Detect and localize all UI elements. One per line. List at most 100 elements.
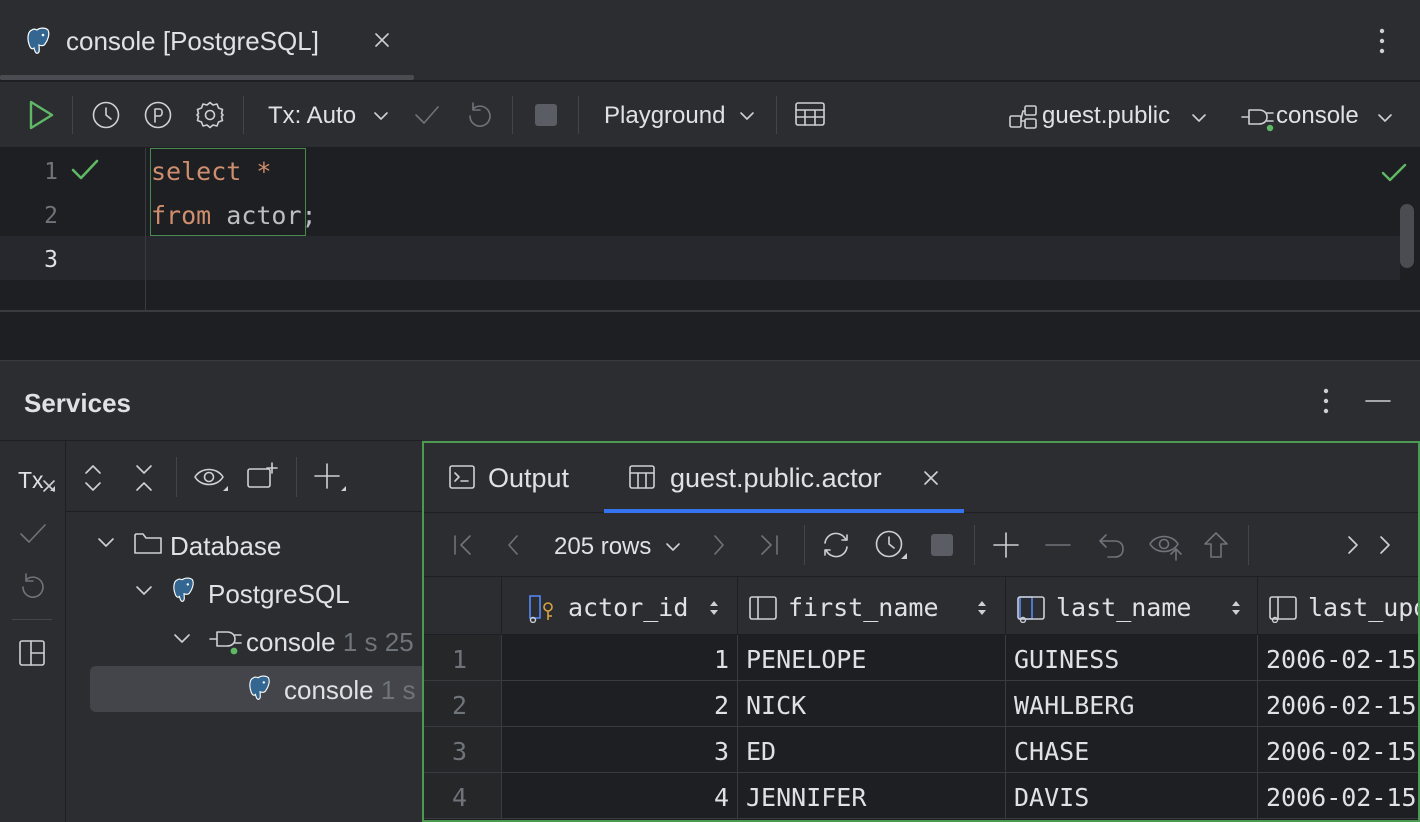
table-cell[interactable]: JENNIFER <box>738 773 1006 819</box>
row-number-header <box>424 577 502 635</box>
postgresql-icon <box>26 26 54 56</box>
column-header-last-update[interactable]: last_upd <box>1258 577 1420 635</box>
table-cell[interactable]: 2006-02-15 <box>1258 727 1420 773</box>
sort-icon[interactable] <box>708 599 720 617</box>
session-selector[interactable]: console <box>1236 90 1406 140</box>
mode-dropdown[interactable]: Playground <box>594 90 764 140</box>
stop-icon <box>930 533 954 557</box>
rollback-icon <box>18 571 48 601</box>
divider <box>12 619 52 620</box>
column-header-actor-id[interactable]: actor_id <box>502 577 738 635</box>
history-icon[interactable] <box>874 529 908 561</box>
history-icon[interactable] <box>91 100 121 130</box>
session-plug-icon <box>1240 104 1274 132</box>
preview-changes-icon <box>1148 530 1184 562</box>
first-page-icon <box>452 533 474 557</box>
more-options-icon[interactable] <box>1372 26 1392 56</box>
expand-all-icon[interactable] <box>82 463 104 493</box>
view-options-icon[interactable] <box>193 463 229 493</box>
close-tab-icon[interactable] <box>922 469 940 487</box>
tree-node-label: PostgreSQL <box>208 579 350 610</box>
terminal-icon <box>448 464 476 490</box>
duration-meta: 1 s 25 <box>343 627 414 657</box>
results-grid: actor_id first_name last_name <box>424 577 1420 822</box>
tree-node-session[interactable]: console 1 s 25 <box>66 618 422 664</box>
delete-row-icon <box>1044 531 1072 559</box>
line-number: 3 <box>36 247 58 273</box>
row-count: 205 rows <box>554 533 651 561</box>
table-cell[interactable]: CHASE <box>1006 727 1258 773</box>
divider <box>72 96 73 134</box>
tx-button[interactable]: Tx <box>18 467 44 494</box>
table-cell[interactable]: ED <box>738 727 1006 773</box>
add-group-icon[interactable] <box>246 461 280 491</box>
sort-icon[interactable] <box>976 599 988 617</box>
row-count-dropdown[interactable]: 205 rows <box>548 525 688 565</box>
tree-node-database[interactable]: Database <box>66 522 422 568</box>
row-number: 4 <box>424 773 502 819</box>
mode-label: Playground <box>604 102 725 130</box>
panel-splitter[interactable] <box>0 312 1420 360</box>
add-row-icon[interactable] <box>992 531 1020 559</box>
code-line-1[interactable]: select * <box>151 157 271 186</box>
sort-icon[interactable] <box>1230 599 1242 617</box>
chevron-right-icon[interactable] <box>1376 533 1394 557</box>
table-cell[interactable]: 2006-02-15 <box>1258 635 1420 681</box>
table-cell[interactable]: 2 <box>502 681 738 727</box>
tree-node-console[interactable]: console 1 s <box>90 666 422 712</box>
schema-selector[interactable]: guest.public <box>1004 90 1214 140</box>
table-cell[interactable]: 2006-02-15 <box>1258 773 1420 819</box>
layout-icon[interactable] <box>18 639 46 667</box>
collapse-all-icon[interactable] <box>133 463 155 493</box>
chevron-down-icon <box>96 536 116 550</box>
table-cell[interactable]: 4 <box>502 773 738 819</box>
table-cell[interactable]: 1 <box>502 635 738 681</box>
services-left-strip: Tx <box>0 440 66 822</box>
session-label: console <box>1276 102 1359 130</box>
table-cell[interactable]: NICK <box>738 681 1006 727</box>
commit-icon <box>412 100 442 130</box>
gear-icon[interactable] <box>195 100 225 130</box>
column-name: last_upd <box>1308 593 1420 622</box>
table-cell[interactable]: 3 <box>502 727 738 773</box>
column-header-first-name[interactable]: first_name <box>738 577 1006 635</box>
gutter-divider <box>145 148 146 312</box>
table-view-icon[interactable] <box>794 100 826 128</box>
transaction-mode-dropdown[interactable]: Tx: Auto <box>258 90 398 140</box>
minimize-icon[interactable] <box>1364 398 1392 404</box>
table-cell[interactable]: GUINESS <box>1006 635 1258 681</box>
tab-result-actor[interactable]: guest.public.actor <box>604 443 964 513</box>
schema-icon <box>1008 104 1038 130</box>
run-icon[interactable] <box>26 99 56 131</box>
close-tab-icon[interactable] <box>372 30 392 50</box>
postgresql-icon <box>248 674 274 702</box>
refresh-icon[interactable] <box>820 530 852 560</box>
add-service-icon[interactable] <box>312 461 348 493</box>
chevron-right-icon[interactable] <box>1344 533 1362 557</box>
code-token: * <box>241 157 271 186</box>
column-header-last-name[interactable]: last_name <box>1006 577 1258 635</box>
tree-node-postgresql[interactable]: PostgreSQL <box>66 570 422 616</box>
code-token: actor; <box>211 201 316 230</box>
parameters-icon[interactable] <box>143 100 173 130</box>
table-cell[interactable]: 2006-02-15 <box>1258 681 1420 727</box>
editor-tab-bar: console [PostgreSQL] <box>0 0 1420 82</box>
editor-scrollbar[interactable] <box>1400 204 1414 268</box>
table-cell[interactable]: WAHLBERG <box>1006 681 1258 727</box>
primary-key-column-icon <box>526 593 560 623</box>
tab-output[interactable]: Output <box>424 443 602 513</box>
tab-console[interactable]: console [PostgreSQL] <box>0 0 414 82</box>
code-line-2[interactable]: from actor; <box>151 201 317 230</box>
more-options-icon[interactable] <box>1316 386 1336 416</box>
editor-toolbar: Tx: Auto Playground guest.public <box>0 82 1420 148</box>
line-number: 2 <box>36 203 58 229</box>
table-icon <box>628 464 656 490</box>
keyword: select <box>151 157 241 186</box>
chevron-down-icon <box>1190 112 1208 124</box>
services-tree: Database PostgreSQL console 1 s 25 conso… <box>66 512 422 822</box>
inspection-ok-icon <box>1380 160 1408 186</box>
divider <box>1248 525 1249 565</box>
table-cell[interactable]: PENELOPE <box>738 635 1006 681</box>
chevron-down-icon <box>372 110 390 122</box>
table-cell[interactable]: DAVIS <box>1006 773 1258 819</box>
